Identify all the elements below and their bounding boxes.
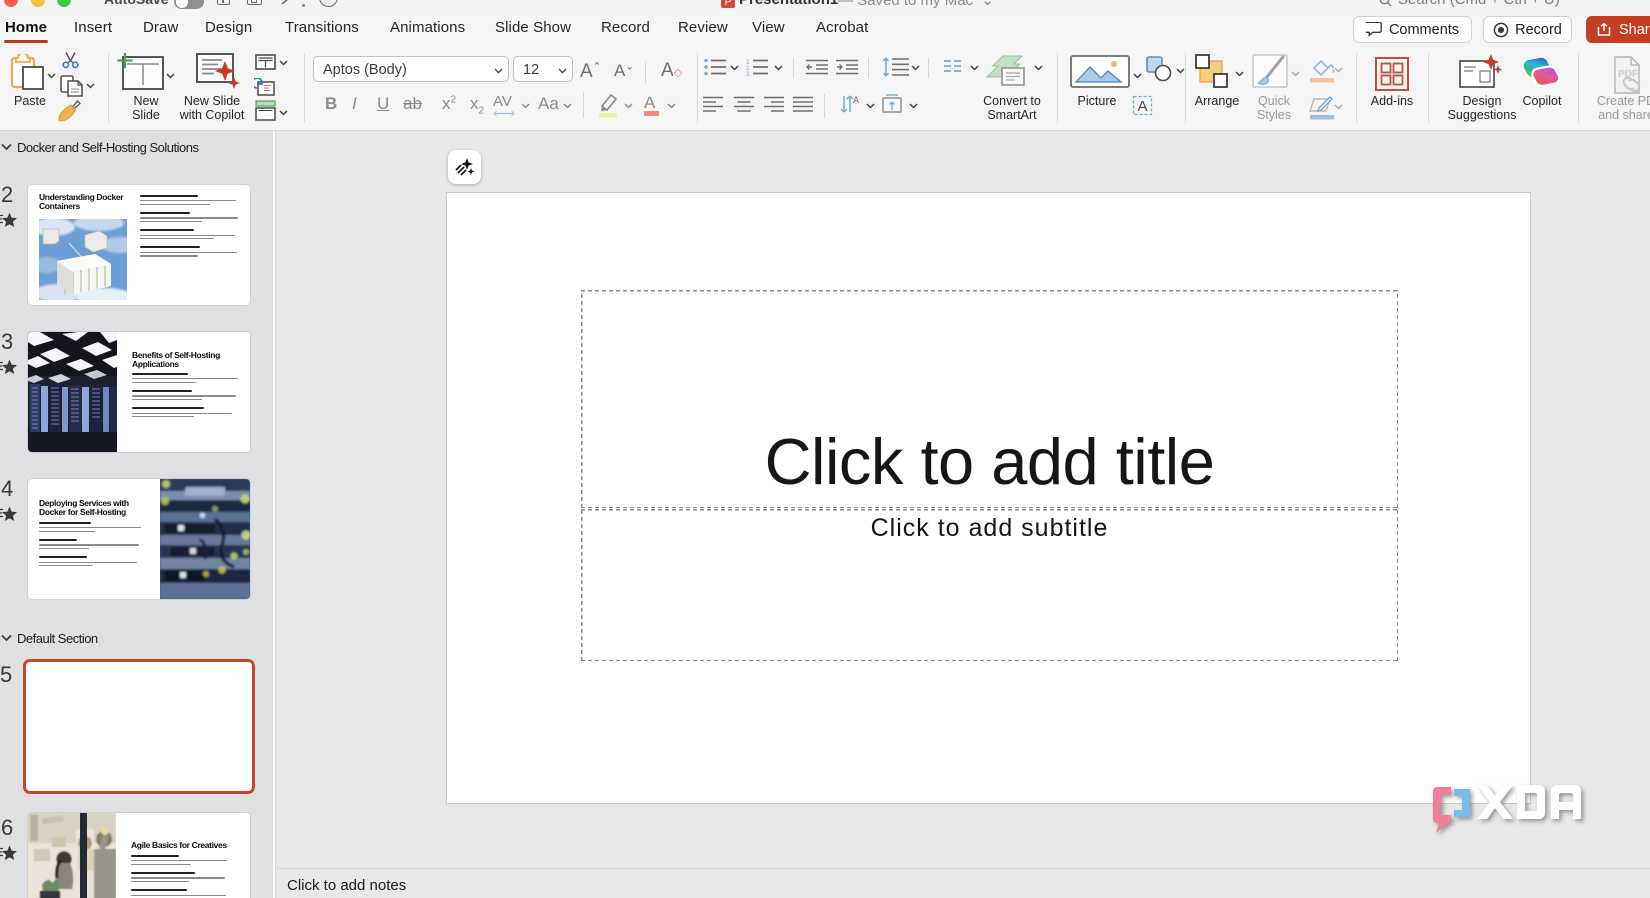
svg-text:P: P — [725, 0, 732, 8]
svg-text:A: A — [853, 95, 859, 105]
svg-text:A: A — [1137, 98, 1147, 115]
svg-text:3: 3 — [746, 71, 750, 76]
